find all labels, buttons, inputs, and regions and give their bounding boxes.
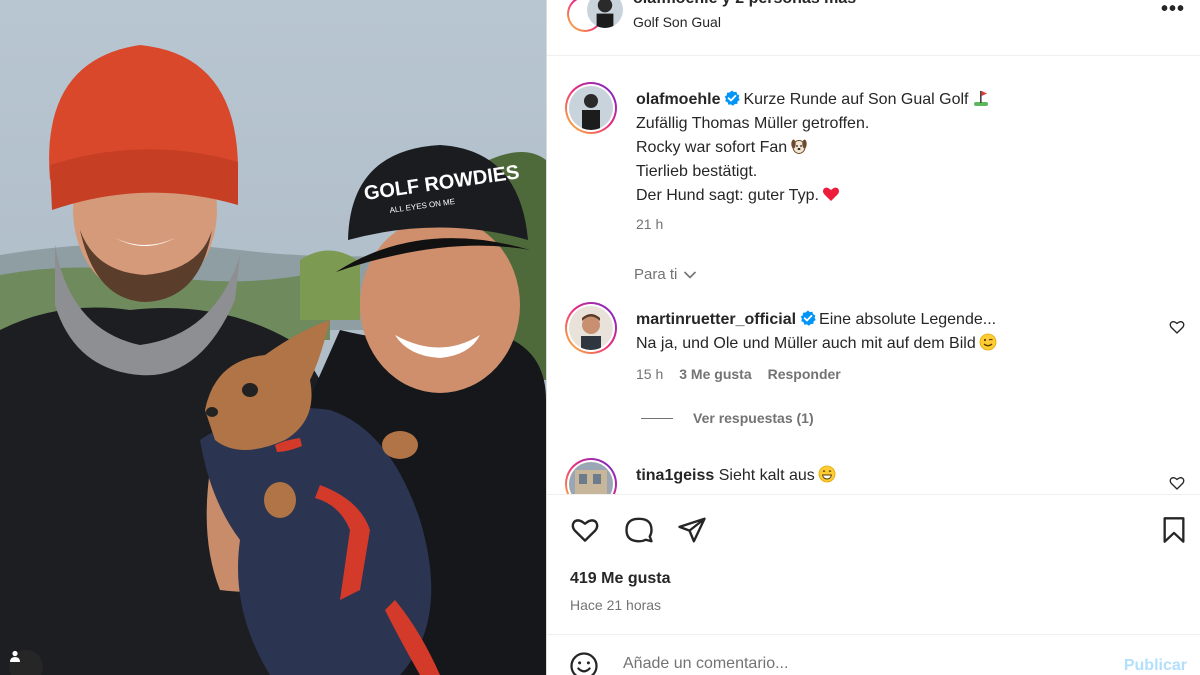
comment-time[interactable]: 15 h xyxy=(636,366,663,382)
add-comment-bar: Publicar xyxy=(547,634,1200,675)
comment-avatar[interactable] xyxy=(565,458,617,494)
comment-item: tina1geiss Sieht kalt aus xyxy=(565,458,1185,494)
view-replies-label: Ver respuestas (1) xyxy=(693,410,814,426)
post-header: olafmoehle y 2 personas más Golf Son Gua… xyxy=(547,0,1200,56)
caption-line-1: Kurze Runde auf Son Gual Golf xyxy=(743,91,969,108)
post-like-count[interactable]: 419 Me gusta xyxy=(570,570,670,588)
chevron-down-icon xyxy=(684,270,697,279)
post-side-panel: olafmoehle y 2 personas más Golf Son Gua… xyxy=(546,0,1200,675)
caption-time[interactable]: 21 h xyxy=(636,216,663,232)
comment-username[interactable]: martinruetter_official xyxy=(636,311,796,328)
winking-face-icon xyxy=(979,333,997,351)
comment-body: tina1geiss Sieht kalt aus xyxy=(636,464,1156,488)
post-timestamp[interactable]: Hace 21 horas xyxy=(570,597,661,613)
comment-likes[interactable]: 3 Me gusta xyxy=(679,366,751,382)
more-options-icon[interactable]: ••• xyxy=(1161,0,1185,21)
comment-text-line-2: Na ja, und Ole und Müller auch mit auf d… xyxy=(636,335,976,352)
caption-line-5: Der Hund sagt: guter Typ. xyxy=(636,187,819,204)
avatar-image xyxy=(569,306,613,350)
view-replies-button[interactable]: Ver respuestas (1) xyxy=(641,410,814,426)
like-heart-icon[interactable] xyxy=(569,515,601,545)
caption-username[interactable]: olafmoehle xyxy=(636,91,720,108)
comment-avatar[interactable] xyxy=(565,302,617,354)
caption-avatar[interactable] xyxy=(565,82,617,134)
avatar-image xyxy=(569,86,613,130)
replies-divider xyxy=(641,417,673,419)
caption-line-4: Tierlieb bestätigt. xyxy=(636,163,758,180)
comment-filter-label: Para ti xyxy=(634,266,678,283)
like-comment-heart-icon[interactable] xyxy=(1169,319,1185,335)
save-bookmark-icon[interactable] xyxy=(1160,515,1188,545)
photo-image: GOLF ROWDIES ALL EYES ON ME xyxy=(0,0,546,675)
golf-flag-icon xyxy=(973,91,988,106)
reply-button[interactable]: Responder xyxy=(768,366,841,382)
like-comment-heart-icon[interactable] xyxy=(1169,475,1185,491)
author-avatar[interactable] xyxy=(567,0,623,32)
emoji-picker-icon[interactable] xyxy=(569,651,599,675)
avatar-image xyxy=(587,0,623,28)
red-heart-icon xyxy=(822,187,839,201)
comment-text: Sieht kalt aus xyxy=(718,467,815,484)
comment-actions: 15 h 3 Me gusta Responder xyxy=(636,366,841,382)
post-action-bar xyxy=(547,494,1200,574)
post-photo[interactable]: GOLF ROWDIES ALL EYES ON ME xyxy=(0,0,546,675)
grinning-face-icon xyxy=(818,465,836,483)
person-icon xyxy=(10,650,20,662)
post-header-title[interactable]: olafmoehle y 2 personas más xyxy=(633,0,856,8)
comment-filter-dropdown[interactable]: Para ti xyxy=(634,266,697,283)
avatar-image xyxy=(569,462,613,494)
comment-username[interactable]: tina1geiss xyxy=(636,467,714,484)
share-paper-plane-icon[interactable] xyxy=(676,515,708,545)
caption-line-3: Rocky war sofort Fan xyxy=(636,139,788,156)
caption-line-2: Zufällig Thomas Müller getroffen. xyxy=(636,115,870,132)
post-location[interactable]: Golf Son Gual xyxy=(633,14,721,30)
verified-badge-icon xyxy=(725,90,741,106)
post-caption: olafmoehle Kurze Runde auf Son Gual Golf … xyxy=(636,88,1176,208)
dog-face-icon xyxy=(791,139,807,154)
comment-body: martinruetter_official Eine absolute Lege… xyxy=(636,308,1156,356)
post-comment-button[interactable]: Publicar xyxy=(1124,657,1187,675)
comment-text-line-1: Eine absolute Legende... xyxy=(819,311,997,328)
verified-badge-icon xyxy=(800,310,816,326)
comment-bubble-icon[interactable] xyxy=(623,515,655,545)
add-comment-input[interactable] xyxy=(623,655,1083,673)
